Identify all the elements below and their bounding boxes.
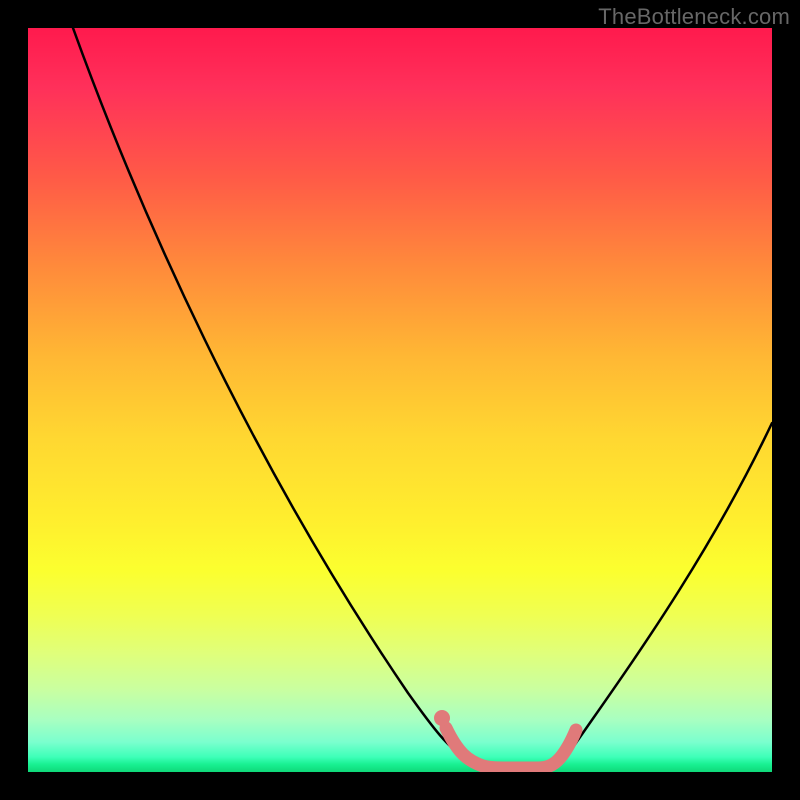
optimal-zone-marker xyxy=(434,710,450,726)
plot-area xyxy=(28,28,772,772)
chart-frame: TheBottleneck.com xyxy=(0,0,800,800)
watermark-text: TheBottleneck.com xyxy=(598,4,790,30)
optimal-zone-highlight xyxy=(446,728,576,768)
bottleneck-curve xyxy=(73,28,772,768)
curve-svg xyxy=(28,28,772,772)
